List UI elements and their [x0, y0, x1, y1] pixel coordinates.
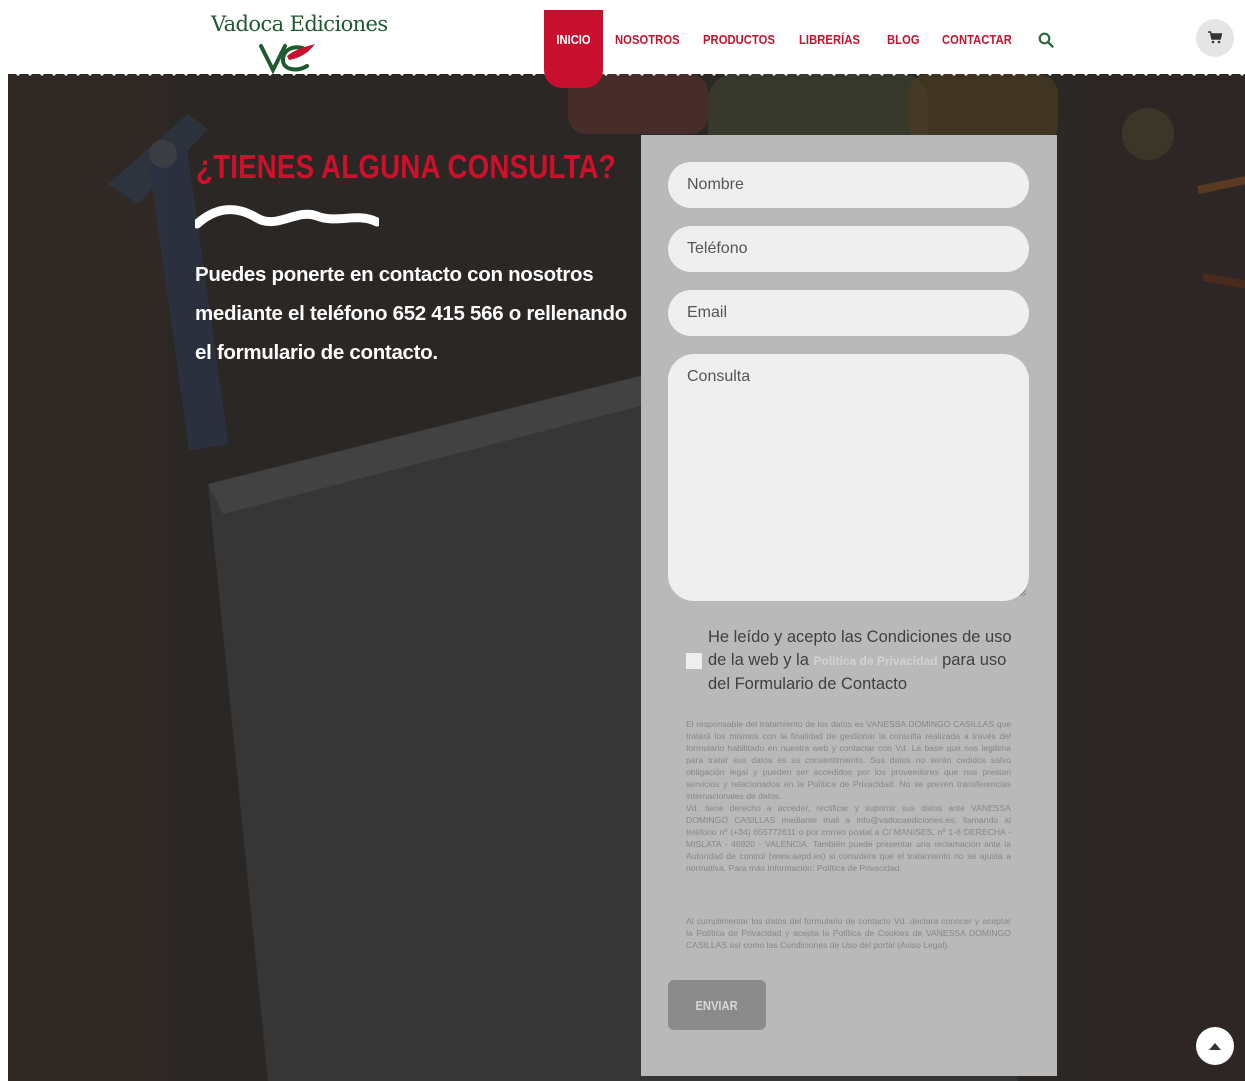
legal-paragraph-1: El responsable del tratamiento de los da… [686, 719, 1011, 801]
nav-item-inicio[interactable]: INICIO [544, 10, 603, 88]
wave-divider-icon [195, 205, 379, 229]
logo-mark-icon [259, 44, 315, 74]
nav-item-productos[interactable]: PRODUCTOS [703, 32, 775, 47]
contact-heading: ¿TIENES ALGUNA CONSULTA? [196, 148, 616, 185]
nav-item-blog[interactable]: BLOG [887, 32, 920, 47]
resize-handle-icon[interactable] [1019, 589, 1027, 597]
contact-lead-text: Puedes ponerte en contacto con nosotros … [195, 263, 627, 364]
site-logo[interactable]: Vadoca Ediciones [205, 8, 388, 74]
phone-field[interactable] [668, 226, 1029, 272]
consent-label: He leído y acepto las Condiciones de uso… [708, 626, 1028, 696]
nav-item-label: INICIO [556, 32, 591, 47]
cart-icon [1208, 31, 1222, 44]
legal-notice: El responsable del tratamiento de los da… [686, 718, 1011, 874]
nav-item-contactar[interactable]: CONTACTAR [942, 32, 1012, 47]
search-icon[interactable] [1038, 32, 1054, 48]
legal-paragraph-3: Al cumplimentar los datos del formulario… [686, 916, 1011, 950]
message-field[interactable] [668, 354, 1029, 601]
site-header: Vadoca Ediciones INICIO NOSOTROS PRODUCT… [0, 0, 1245, 88]
name-field[interactable] [668, 162, 1029, 208]
contact-hero [8, 74, 1245, 1081]
consent-checkbox[interactable] [686, 653, 702, 669]
legal-paragraph-2: Vd. tiene derecho a acceder, rectificar … [686, 803, 1011, 873]
cart-button[interactable] [1196, 19, 1234, 57]
submit-label: ENVIAR [695, 997, 739, 1013]
logo-text: Vadoca Ediciones [211, 12, 388, 36]
submit-button[interactable]: ENVIAR [668, 980, 766, 1030]
nav-item-nosotros[interactable]: NOSOTROS [615, 32, 680, 47]
contact-form: He leído y acepto las Condiciones de uso… [641, 135, 1057, 1076]
background-image [8, 74, 1245, 1081]
email-field[interactable] [668, 290, 1029, 336]
chevron-up-icon [1209, 1043, 1221, 1050]
nav-item-librerias[interactable]: LIBRERÍAS [799, 32, 860, 47]
back-to-top-button[interactable] [1196, 1027, 1234, 1065]
privacy-policy-link[interactable]: Política de Privacidad [813, 654, 937, 668]
